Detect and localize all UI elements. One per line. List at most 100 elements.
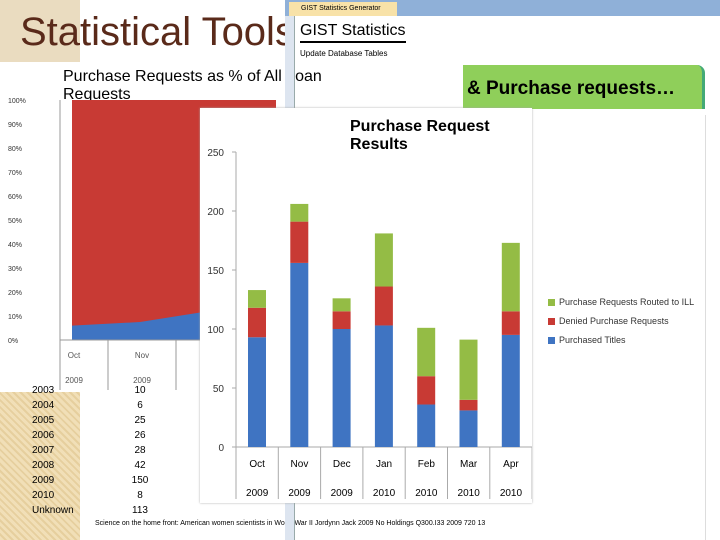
bar-chart: Purchase Request Results 0 50 100 150 200 250… (200, 108, 532, 503)
table-row: 2010 8 (20, 490, 210, 505)
table-cell: 2007 (32, 445, 55, 456)
table-cell: 26 (134, 430, 146, 441)
legend-label: Purchased Titles (559, 335, 626, 345)
x-tick-label: Nov (291, 459, 309, 470)
table-cell: 2009 (32, 475, 55, 486)
x-tick-label: 2009 (65, 376, 83, 385)
x-tick-label: Dec (333, 459, 351, 470)
x-tick-label: 2010 (415, 488, 438, 499)
bar-segment (501, 242, 520, 312)
y-tick-label: 10% (8, 314, 22, 321)
table-row: 2005 25 (20, 415, 210, 430)
bar-segment (290, 262, 309, 447)
bar-segment (290, 221, 309, 263)
legend-swatch (548, 298, 555, 306)
gist-heading: GIST Statistics (300, 22, 406, 43)
bar-segment (417, 327, 436, 377)
year-count-table: 2003 10 2004 6 2005 25 2006 26 2007 28 2008 42 2009 1… (20, 385, 210, 520)
y-tick-label: 90% (8, 122, 22, 129)
y-tick-label: 200 (207, 207, 224, 218)
table-row: 2003 10 (20, 385, 210, 400)
bar-segment (374, 286, 393, 326)
table-cell: 25 (134, 415, 146, 426)
bar-chart-plot: 0 50 100 150 200 250 Oct 2009 Nov 2009 Dec 2009 Jan 2… (207, 148, 532, 499)
window-edge (705, 115, 720, 540)
y-tick-label: 60% (8, 194, 22, 201)
legend-item: Purchase Requests Routed to ILL (548, 297, 694, 307)
slide-title: Statistical Tools (20, 10, 295, 54)
x-tick-label: Oct (249, 459, 265, 470)
bar-segment (332, 329, 351, 447)
y-tick-label: 70% (8, 170, 22, 177)
table-cell: 42 (134, 460, 146, 471)
table-cell: 2004 (32, 400, 55, 411)
table-cell: 10 (134, 385, 146, 396)
bar-segment (459, 399, 478, 411)
table-cell: Unknown (32, 505, 74, 516)
legend-item: Denied Purchase Requests (548, 316, 694, 326)
y-tick-label: 20% (8, 290, 22, 297)
bar-segment (501, 334, 520, 447)
table-cell: 2005 (32, 415, 55, 426)
y-tick-label: 150 (207, 266, 224, 277)
bar-segment (332, 311, 351, 329)
bar-segment (248, 337, 266, 447)
banner: & Purchase requests… (463, 65, 705, 109)
x-tick-label: 2009 (246, 488, 269, 499)
bar-segment (248, 290, 266, 308)
bar-segment (417, 404, 436, 447)
y-tick-label: 40% (8, 242, 22, 249)
table-cell: 2008 (32, 460, 55, 471)
y-tick-label: 0% (8, 338, 18, 345)
tab-gist-generator[interactable]: GIST Statistics Generator (289, 2, 397, 16)
bar-segment (459, 410, 478, 447)
update-tables-link[interactable]: Update Database Tables (300, 49, 387, 58)
legend-label: Purchase Requests Routed to ILL (559, 297, 695, 307)
table-cell: 2006 (32, 430, 55, 441)
legend: Purchase Requests Routed to ILL Denied Pu… (548, 297, 694, 354)
x-tick-label: 2009 (331, 488, 354, 499)
bar-segment (248, 307, 266, 338)
x-tick-label: 2010 (458, 488, 481, 499)
table-cell: 150 (131, 475, 149, 486)
bar-segment (374, 233, 393, 287)
y-tick-label: 0 (218, 443, 224, 454)
table-row: 2008 42 (20, 460, 210, 475)
legend-swatch (548, 317, 555, 325)
table-cell: 2003 (32, 385, 55, 396)
x-tick-label: Apr (503, 459, 519, 470)
legend-item: Purchased Titles (548, 335, 694, 345)
y-tick-label: 100 (207, 325, 224, 336)
y-tick-label: 50% (8, 218, 22, 225)
table-row: 2007 28 (20, 445, 210, 460)
y-tick-label: 30% (8, 266, 22, 273)
x-tick-label: 2009 (288, 488, 311, 499)
x-tick-label: 2010 (500, 488, 523, 499)
bar-segment (459, 339, 478, 400)
bar-segment (417, 376, 436, 405)
table-cell: 8 (137, 490, 143, 501)
x-tick-label: Nov (135, 351, 149, 360)
table-cell: 113 (132, 505, 148, 516)
table-cell: 2010 (32, 490, 55, 501)
table-row: 2004 6 (20, 400, 210, 415)
y-tick-label: 100% (8, 98, 26, 105)
x-tick-label: Jan (376, 459, 392, 470)
bar-segment (332, 298, 351, 312)
x-tick-label: Mar (460, 459, 478, 470)
legend-swatch (548, 336, 555, 344)
bar-segment (374, 325, 393, 447)
bar-segment (290, 203, 309, 222)
x-tick-label: Oct (68, 351, 81, 360)
y-tick-label: 250 (207, 148, 224, 159)
x-tick-label: Feb (418, 459, 436, 470)
x-tick-label: 2009 (133, 376, 151, 385)
table-row: 2006 26 (20, 430, 210, 445)
bar-segment (501, 311, 520, 335)
table-row: Unknown 113 (20, 505, 210, 520)
table-cell: 6 (137, 400, 143, 411)
y-tick-label: 80% (8, 146, 22, 153)
table-row: 2009 150 (20, 475, 210, 490)
legend-label: Denied Purchase Requests (559, 316, 669, 326)
y-tick-label: 50 (213, 384, 225, 395)
